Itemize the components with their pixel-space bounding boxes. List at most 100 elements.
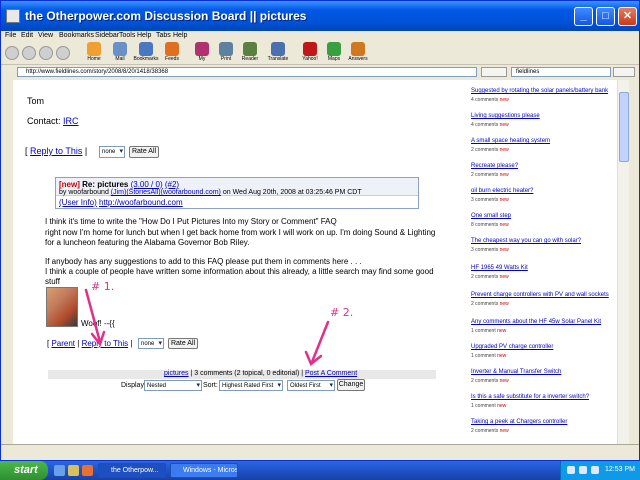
refresh-icon[interactable] (56, 46, 70, 60)
address-input[interactable]: http://www.fieldlines.com/story/2008/8/2… (17, 67, 477, 77)
sidebar-item-meta: 3 comments new (471, 197, 509, 203)
comment-number[interactable]: (#2) (165, 180, 179, 189)
menu-file[interactable]: File (5, 31, 16, 41)
answers-icon (351, 42, 365, 56)
menu-bookmarks[interactable]: Bookmarks (59, 31, 94, 41)
comment-body-line-6: I think a couple of people have written … (45, 267, 434, 276)
firefox-icon[interactable] (82, 465, 93, 476)
vertical-scrollbar[interactable] (617, 80, 629, 444)
title-bar[interactable]: the Otherpower.com Discussion Board || p… (1, 1, 639, 31)
desktop-icon[interactable] (68, 465, 79, 476)
security-icon[interactable] (591, 466, 599, 474)
sidebar-item-meta: 8 comments new (471, 222, 509, 228)
volume-icon[interactable] (579, 466, 587, 474)
close-button[interactable]: ✕ (618, 7, 637, 26)
user-info-line: (User Info) http://woofarbound.com (59, 198, 183, 207)
display-mode-select[interactable]: Nested (144, 380, 202, 391)
comments-footer: pictures | 3 comments (2 topical, 0 edit… (48, 370, 436, 379)
avatar (46, 287, 78, 327)
reply-link[interactable]: Reply to This (30, 146, 82, 156)
sidebar-item-link[interactable]: Recreate please? (471, 163, 518, 169)
contact-label: Contact: (27, 116, 61, 126)
stop-icon[interactable] (39, 46, 53, 60)
pictures-link[interactable]: pictures (164, 370, 189, 377)
comment-body-line-2: right now I'm home for lunch but when I … (45, 228, 436, 237)
taskbar: start the Otherpow... Windows - Micros..… (0, 461, 640, 480)
by-prefix: by (59, 189, 67, 196)
toolbar-reader-button[interactable]: Reader (235, 42, 265, 64)
user-info-link[interactable]: (User Info) (59, 198, 97, 207)
rate-select[interactable]: none (99, 146, 125, 158)
minimize-button[interactable]: _ (574, 7, 593, 26)
reply-link-2[interactable]: Reply to This (82, 339, 129, 348)
menu-help[interactable]: Help (137, 31, 151, 41)
sidebar-item-link[interactable]: The cheapest way you can go with solar? (471, 238, 581, 244)
reply-row: [ Reply to This | (25, 146, 87, 156)
menu-help-2[interactable]: Help (173, 31, 187, 41)
sidebar-item-link[interactable]: One small step (471, 213, 511, 219)
order-select[interactable]: Oldest First (287, 380, 335, 391)
story-comments: Tom Contact: IRC [ Reply to This | none … (13, 80, 465, 444)
sidebar-item-link[interactable]: Taking a peek at Chargers controller (471, 419, 567, 425)
comments-footer-line: pictures | 3 comments (2 topical, 0 edit… (164, 370, 357, 377)
menu-edit[interactable]: Edit (21, 31, 33, 41)
sidebar-item-link[interactable]: oil burn electric heater? (471, 188, 533, 194)
signature-name: Tom (27, 96, 45, 106)
sidebar-item-link[interactable]: Any comments about the HF 45w Solar Pane… (471, 319, 601, 325)
task-explorer[interactable]: Windows - Micros... (170, 463, 238, 478)
sidebar-item-meta: 4 comments new (471, 97, 509, 103)
task-browser[interactable]: the Otherpow... (98, 463, 166, 478)
search-icon[interactable] (613, 67, 635, 77)
comment-byline: by woofarbound (Jim)(StoriesAll)(woofarb… (59, 189, 362, 196)
back-icon[interactable] (5, 46, 19, 60)
address-bar: http://www.fieldlines.com/story/2008/8/2… (1, 65, 639, 79)
forward-icon[interactable] (22, 46, 36, 60)
rate-all-button[interactable]: Rate All (129, 146, 159, 158)
start-button[interactable]: start (0, 461, 48, 480)
home-icon (87, 42, 101, 56)
sidebar-item-meta: 2 comments new (471, 428, 509, 434)
menu-view[interactable]: View (38, 31, 53, 41)
sidebar-item-link[interactable]: HF 1965 49 Watts Kit (471, 265, 528, 271)
sidebar-item-link[interactable]: A small space heating system (471, 138, 550, 144)
sidebar-item-link[interactable]: Prevent charge controllers with PV and w… (471, 292, 609, 298)
network-icon[interactable] (567, 466, 575, 474)
toolbar-translate-button[interactable]: Translate (263, 42, 293, 64)
sidebar-item-link[interactable]: Living suggestions please (471, 113, 540, 119)
comment-score[interactable]: (3.00 / 0) (131, 180, 163, 189)
parent-link[interactable]: Parent (51, 339, 75, 348)
sidebar-item-meta: 2 comments new (471, 172, 509, 178)
comments-count: | 3 comments (2 topical, 0 editorial) | (190, 370, 304, 377)
go-button[interactable] (481, 67, 507, 77)
parent-reply-row: [ Parent | Reply to This | (47, 339, 132, 348)
comment-body-line-5: If anybody has any suggestions to add to… (45, 257, 362, 266)
menu-tabs[interactable]: Tabs (156, 31, 171, 41)
search-input[interactable]: fieldlines (511, 67, 611, 77)
ie-icon[interactable] (54, 465, 65, 476)
menu-sidebar[interactable]: Sidebar (95, 31, 119, 41)
sidebar-item-link[interactable]: Suggested by rotating the solar panels/b… (471, 88, 608, 94)
clock: 12:53 PM (605, 466, 635, 473)
contact-link[interactable]: IRC (63, 116, 79, 126)
sidebar-item-meta: 2 comments new (471, 274, 509, 280)
window-title: the Otherpower.com Discussion Board || p… (25, 9, 307, 23)
change-button[interactable]: Change (337, 379, 365, 391)
browser-window: the Otherpower.com Discussion Board || p… (0, 0, 640, 461)
toolbar-feeds-button[interactable]: Feeds (157, 42, 187, 64)
scroll-thumb[interactable] (619, 92, 629, 162)
comment-author: woofarbound (68, 189, 109, 196)
translate-icon (271, 42, 285, 56)
maximize-button[interactable]: □ (596, 7, 615, 26)
author-links[interactable]: (Jim)(StoriesAll)(woofarbound.com) (111, 189, 221, 196)
post-comment-link[interactable]: Post A Comment (305, 370, 357, 377)
user-url-link[interactable]: http://woofarbound.com (99, 198, 183, 207)
rate-all-button-2[interactable]: Rate All (168, 338, 198, 349)
sidebar-item-link[interactable]: Is this a safe substitute for a inverter… (471, 394, 589, 400)
toolbar-answers-button[interactable]: Answers (343, 42, 373, 64)
rate-select-2[interactable]: none (138, 338, 164, 349)
rating-sort-select[interactable]: Highest Rated First (219, 380, 283, 391)
sidebar-item-link[interactable]: Inverter & Manual Transfer Switch (471, 369, 561, 375)
sidebar-item-meta: 1 comment new (471, 328, 507, 334)
sidebar-item-link[interactable]: Upgraded PV charge controller (471, 344, 553, 350)
menu-tools[interactable]: Tools (119, 31, 135, 41)
